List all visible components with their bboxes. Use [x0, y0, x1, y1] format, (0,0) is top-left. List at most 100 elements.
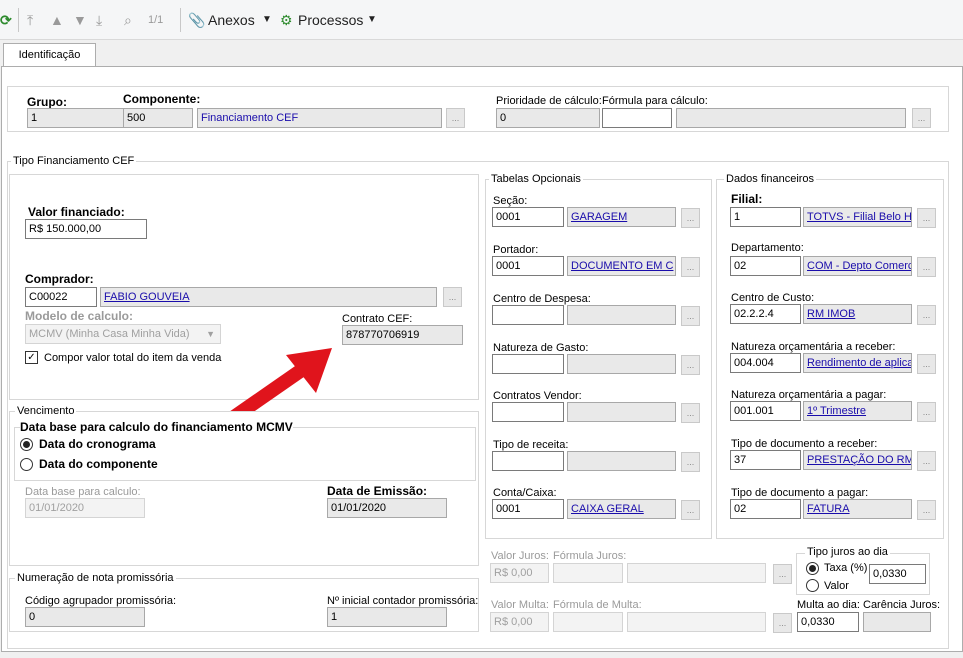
compor-valor-checkbox[interactable]: ✓: [25, 351, 38, 364]
grupo-field[interactable]: 1: [27, 108, 125, 128]
formula-code-field[interactable]: [602, 108, 672, 128]
centro-custo-code-field[interactable]: 02.2.2.4: [730, 304, 801, 324]
valor-financiado-field[interactable]: R$ 150.000,00: [25, 219, 147, 239]
tabelas-opcionais-legend: Tabelas Opcionais: [489, 173, 583, 185]
conta-caixa-code-field[interactable]: 0001: [492, 499, 564, 519]
taxa-field[interactable]: 0,0330: [869, 564, 926, 584]
contrato-cef-field[interactable]: 878770706919: [342, 325, 463, 345]
conta-caixa-name-field[interactable]: CAIXA GERAL: [567, 499, 676, 519]
portador-code-field[interactable]: 0001: [492, 256, 564, 276]
formula-multa-code-field[interactable]: [553, 612, 623, 632]
annexes-dropdown-icon[interactable]: ▼: [262, 10, 272, 30]
previous-record-icon[interactable]: ▲: [50, 10, 64, 30]
contratos-vendor-lookup-button[interactable]: ...: [681, 403, 700, 423]
comprador-lookup-button[interactable]: ...: [443, 287, 462, 307]
last-record-icon[interactable]: ⤓: [96, 10, 102, 30]
formula-multa-desc-field[interactable]: [627, 612, 766, 632]
data-emissao-field[interactable]: 01/01/2020: [327, 498, 447, 518]
annexes-button[interactable]: Anexos: [208, 10, 255, 30]
tab-identificacao[interactable]: Identificação: [3, 43, 96, 67]
secao-code-field[interactable]: 0001: [492, 207, 564, 227]
doc-receber-name-field[interactable]: PRESTAÇÃO DO RM: [803, 450, 912, 470]
data-cronograma-radio[interactable]: [20, 438, 33, 451]
valor-juros-field[interactable]: R$ 0,00: [490, 563, 549, 583]
componente-code-field[interactable]: 500: [123, 108, 193, 128]
tipo-juros-group: Taxa (%) 0,0330 Valor: [796, 553, 930, 595]
portador-name-field[interactable]: DOCUMENTO EM C: [567, 256, 676, 276]
valor-financiado-label: Valor financiado:: [28, 205, 125, 219]
multa-dia-field[interactable]: 0,0330: [797, 612, 859, 632]
doc-pagar-name-field[interactable]: FATURA: [803, 499, 912, 519]
processes-dropdown-icon[interactable]: ▼: [367, 10, 377, 30]
centro-despesa-name-field[interactable]: [567, 305, 676, 325]
next-record-icon[interactable]: ▼: [73, 10, 87, 30]
data-base-calc-field[interactable]: 01/01/2020: [25, 498, 145, 518]
doc-receber-lookup-button[interactable]: ...: [917, 451, 936, 471]
departamento-code-field[interactable]: 02: [730, 256, 801, 276]
compor-valor-label: Compor valor total do item da venda: [44, 352, 222, 364]
natureza-receber-code-field[interactable]: 004.004: [730, 353, 801, 373]
codigo-agrupador-field[interactable]: 0: [25, 607, 145, 627]
tipo-receita-code-field[interactable]: [492, 451, 564, 471]
departamento-lookup-button[interactable]: ...: [917, 257, 936, 277]
natureza-pagar-name-field[interactable]: 1º Trimestre: [803, 401, 912, 421]
natureza-gasto-lookup-button[interactable]: ...: [681, 355, 700, 375]
natureza-gasto-name-field[interactable]: [567, 354, 676, 374]
centro-custo-lookup-button[interactable]: ...: [917, 305, 936, 325]
refresh-icon[interactable]: ⟳: [0, 10, 12, 30]
contratos-vendor-name-field[interactable]: [567, 402, 676, 422]
doc-pagar-lookup-button[interactable]: ...: [917, 500, 936, 520]
comprador-code-field[interactable]: C00022: [25, 287, 97, 307]
valor-multa-label: Valor Multa:: [491, 599, 549, 611]
natureza-gasto-code-field[interactable]: [492, 354, 564, 374]
formula-juros-code-field[interactable]: [553, 563, 623, 583]
binoculars-icon[interactable]: ⌕: [124, 10, 132, 30]
numeracao-legend: Numeração de nota promissória: [15, 572, 176, 584]
departamento-label: Departamento:: [731, 242, 804, 254]
centro-despesa-code-field[interactable]: [492, 305, 564, 325]
inicial-contador-field[interactable]: 1: [327, 607, 447, 627]
secao-lookup-button[interactable]: ...: [681, 208, 700, 228]
centro-custo-name-field[interactable]: RM IMOB: [803, 304, 912, 324]
valor-multa-field[interactable]: R$ 0,00: [490, 612, 549, 632]
valor-radio[interactable]: [806, 579, 819, 592]
secao-name-field[interactable]: GARAGEM: [567, 207, 676, 227]
formula-multa-lookup-button[interactable]: ...: [773, 613, 792, 633]
processes-button[interactable]: Processos: [298, 10, 363, 30]
doc-receber-code-field[interactable]: 37: [730, 450, 801, 470]
componente-lookup-button[interactable]: ...: [446, 108, 465, 128]
natureza-pagar-code-field[interactable]: 001.001: [730, 401, 801, 421]
formula-juros-lookup-button[interactable]: ...: [773, 564, 792, 584]
tipo-juros-legend: Tipo juros ao dia: [805, 546, 890, 558]
natureza-receber-lookup-button[interactable]: ...: [917, 354, 936, 374]
formula-juros-desc-field[interactable]: [627, 563, 766, 583]
filial-lookup-button[interactable]: ...: [917, 208, 936, 228]
componente-name-field[interactable]: Financiamento CEF: [197, 108, 442, 128]
portador-lookup-button[interactable]: ...: [681, 257, 700, 277]
filial-name-field[interactable]: TOTVS - Filial Belo H: [803, 207, 912, 227]
valor-label: Valor: [824, 580, 849, 592]
departamento-name-field[interactable]: COM - Depto Comerc: [803, 256, 912, 276]
natureza-pagar-lookup-button[interactable]: ...: [917, 402, 936, 422]
tipo-receita-name-field[interactable]: [567, 451, 676, 471]
tipo-receita-lookup-button[interactable]: ...: [681, 452, 700, 472]
conta-caixa-lookup-button[interactable]: ...: [681, 500, 700, 520]
contratos-vendor-code-field[interactable]: [492, 402, 564, 422]
taxa-radio[interactable]: [806, 562, 819, 575]
formula-desc-field[interactable]: [676, 108, 906, 128]
record-counter: 1/1: [148, 14, 164, 26]
multa-dia-label: Multa ao dia:: [797, 599, 860, 611]
doc-pagar-code-field[interactable]: 02: [730, 499, 801, 519]
filial-code-field[interactable]: 1: [730, 207, 801, 227]
data-componente-radio[interactable]: [20, 458, 33, 471]
comprador-label: Comprador:: [25, 272, 94, 286]
centro-despesa-lookup-button[interactable]: ...: [681, 306, 700, 326]
natureza-receber-name-field[interactable]: Rendimento de aplica: [803, 353, 912, 373]
formula-lookup-button[interactable]: ...: [912, 108, 931, 128]
prioridade-field[interactable]: 0: [496, 108, 600, 128]
modelo-calculo-select[interactable]: MCMV (Minha Casa Minha Vida) ▼: [25, 324, 221, 344]
carencia-juros-field[interactable]: [863, 612, 931, 632]
first-record-icon[interactable]: ⤒: [27, 10, 33, 30]
dados-financeiros-legend: Dados financeiros: [724, 173, 817, 185]
comprador-name-field[interactable]: FABIO GOUVEIA: [100, 287, 437, 307]
